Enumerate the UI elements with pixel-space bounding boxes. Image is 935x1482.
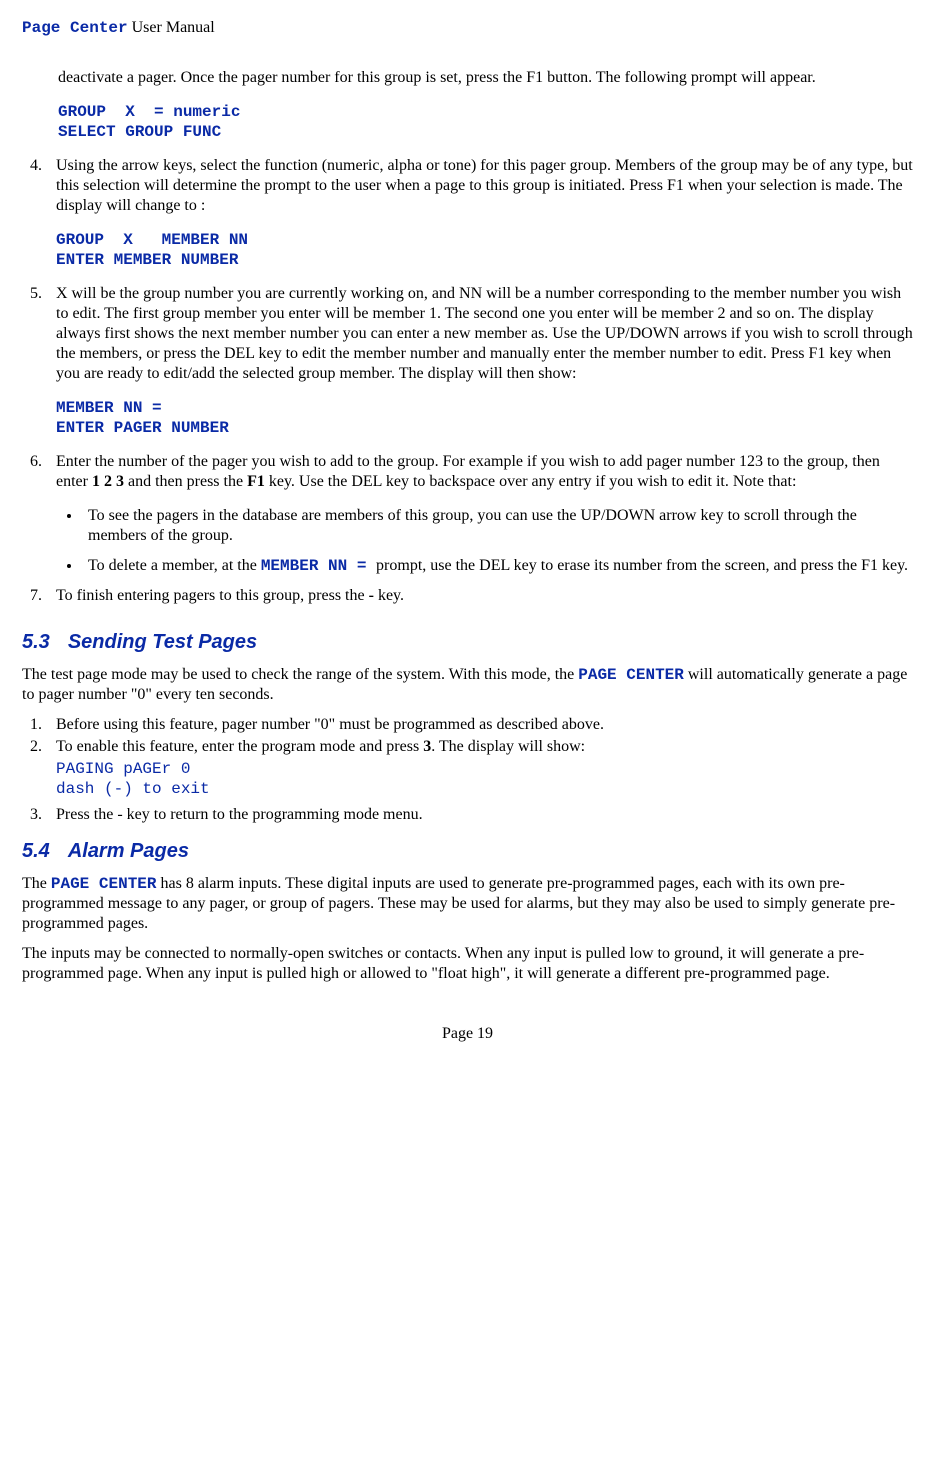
key-sequence: 1 2 3 [92,473,124,490]
section-5-3-heading: 5.3 Sending Test Pages [22,630,913,655]
list-item: Enter the number of the pager you wish t… [46,452,913,576]
section-number: 5.3 [22,631,50,653]
section-5-4-heading: 5.4 Alarm Pages [22,839,913,864]
item4-text: Using the arrow keys, select the functio… [56,156,913,216]
text-run: key. [374,587,404,604]
section-title: Alarm Pages [68,840,189,862]
product-name: Page Center [22,19,128,37]
main-list-part1: Using the arrow keys, select the functio… [22,156,913,606]
page-header: Page Center User Manual [22,18,913,38]
text-run: To finish entering pagers to this group,… [56,587,369,604]
intro-paragraph: deactivate a pager. Once the pager numbe… [58,68,913,88]
section-number: 5.4 [22,840,50,862]
item6-text: Enter the number of the pager you wish t… [56,452,913,492]
display-group-func: GROUP X = numeric SELECT GROUP FUNC [58,102,913,142]
text-run: The test page mode may be used to check … [22,666,578,683]
list-item: Before using this feature, pager number … [46,715,913,735]
text-run: . The display will show: [431,738,585,755]
text-run: To delete a member, at the [88,557,261,574]
sec53-list: Before using this feature, pager number … [22,715,913,825]
item7-text: To finish entering pagers to this group,… [56,586,913,606]
display-enter-pager: MEMBER NN = ENTER PAGER NUMBER [56,398,913,438]
list-item: Press the - key to return to the program… [46,805,913,825]
item6-bullets: To see the pagers in the database are me… [82,506,913,576]
text-run: and then press the [124,473,247,490]
bullet-item: To see the pagers in the database are me… [82,506,913,546]
key-3: 3 [423,738,431,755]
bullet-item: To delete a member, at the MEMBER NN = p… [82,556,913,576]
text-run: prompt, use the DEL key to erase its num… [376,557,908,574]
text-run: The [22,875,51,892]
display-paging: PAGING pAGEr 0 dash (-) to exit [56,759,913,799]
sec53-intro: The test page mode may be used to check … [22,665,913,705]
list-item: Using the arrow keys, select the functio… [46,156,913,270]
doc-title: User Manual [128,19,215,36]
product-ref: PAGE CENTER [51,875,157,893]
section-title: Sending Test Pages [68,631,257,653]
text-run: key. Use the DEL key to backspace over a… [265,473,797,490]
list-item: X will be the group number you are curre… [46,284,913,438]
prompt-member-nn: MEMBER NN = [261,557,376,575]
key-f1: F1 [247,473,265,490]
item5-text: X will be the group number you are curre… [56,284,913,384]
page-footer: Page 19 [22,1024,913,1044]
display-member-nn: GROUP X MEMBER NN ENTER MEMBER NUMBER [56,230,913,270]
list-item: To enable this feature, enter the progra… [46,737,913,799]
text-run: To enable this feature, enter the progra… [56,738,423,755]
sec54-p1: The PAGE CENTER has 8 alarm inputs. Thes… [22,874,913,934]
list-item: To finish entering pagers to this group,… [46,586,913,606]
sec54-p2: The inputs may be connected to normally-… [22,944,913,984]
product-ref: PAGE CENTER [578,666,684,684]
